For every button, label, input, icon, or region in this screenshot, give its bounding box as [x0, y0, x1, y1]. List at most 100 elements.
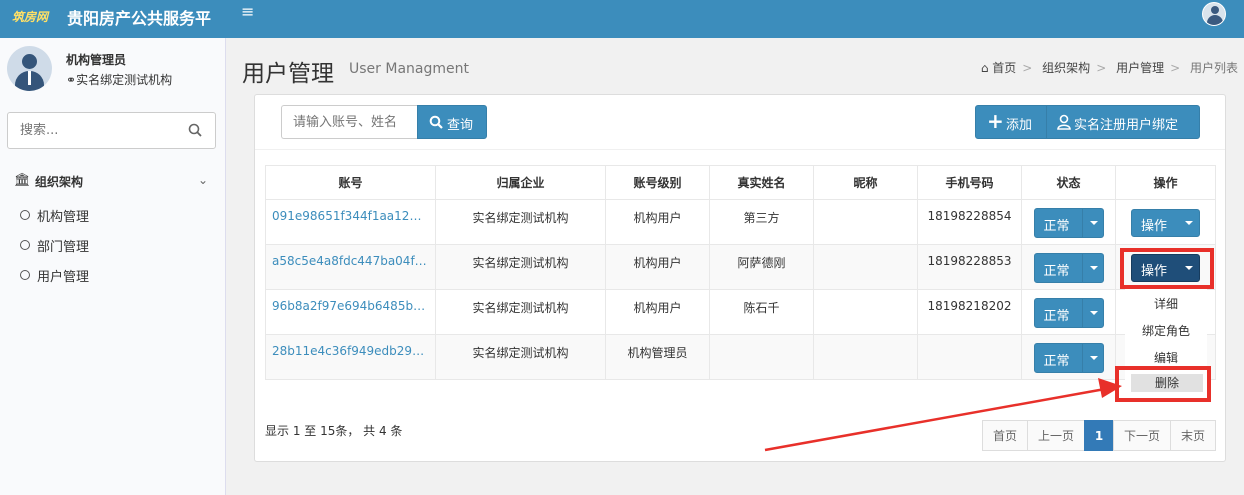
- sidebar-item-user-mgmt[interactable]: 用户管理: [20, 265, 220, 287]
- nickname-cell: [813, 289, 918, 335]
- page-next-button[interactable]: 下一页: [1113, 420, 1171, 451]
- breadcrumb-user-mgmt[interactable]: 用户管理: [1116, 61, 1164, 75]
- status-dropdown-button[interactable]: 正常: [1033, 298, 1104, 328]
- table-row: 091e98651f344f1aa1226... 实名绑定测试机构 机构用户 第…: [265, 199, 1216, 245]
- real-name-cell: [709, 334, 814, 380]
- sidebar-search-input[interactable]: [8, 113, 178, 148]
- user-org-label: 实名绑定测试机构: [76, 73, 173, 87]
- action-cell: 操作: [1115, 199, 1216, 245]
- query-button[interactable]: 查询: [417, 105, 487, 139]
- sidebar-group-label: 组织架构: [35, 175, 84, 189]
- circle-icon: [20, 210, 30, 220]
- sidebar-search: [7, 112, 216, 149]
- user-panel: 机构管理员 ⚭实名绑定测试机构: [0, 38, 226, 98]
- table-row: a58c5e4a8fdc447ba04fd1... 实名绑定测试机构 机构用户 …: [265, 244, 1216, 290]
- phone-cell: 18198218202: [917, 289, 1022, 335]
- user-name: 机构管理员: [66, 53, 127, 67]
- action-dropdown-button[interactable]: 操作: [1131, 209, 1200, 237]
- level-cell: 机构用户: [605, 244, 710, 290]
- sidebar-item-label: 机构管理: [37, 210, 90, 225]
- column-header[interactable]: 昵称: [813, 165, 918, 200]
- breadcrumb-org[interactable]: 组织架构: [1042, 61, 1090, 75]
- menu-item-detail[interactable]: 详细: [1125, 295, 1207, 312]
- home-icon: ⌂: [980, 61, 989, 75]
- breadcrumb: ⌂ 首页 > 组织架构 > 用户管理 > 用户列表: [980, 61, 1238, 75]
- app-title[interactable]: 贵阳房产公共服务平: [67, 5, 211, 29]
- menu-item-edit[interactable]: 编辑: [1125, 349, 1207, 366]
- user-icon: [1057, 114, 1071, 130]
- annotation-highlight-action: [1120, 248, 1214, 289]
- menu-toggle-icon[interactable]: ≡: [241, 2, 254, 21]
- sidebar-group-org[interactable]: 🏛 组织架构 ⌄: [0, 168, 226, 196]
- page-last-button[interactable]: 末页: [1170, 420, 1216, 451]
- column-header[interactable]: 真实姓名: [709, 165, 814, 200]
- real-name-cell: 阿萨德刚: [709, 244, 814, 290]
- plus-icon: +: [987, 109, 1004, 133]
- top-user-avatar[interactable]: [1202, 2, 1226, 26]
- sidebar-item-label: 用户管理: [37, 270, 90, 285]
- status-dropdown-button[interactable]: 正常: [1033, 343, 1104, 373]
- pagination: 首页 上一页 1 下一页 末页: [982, 420, 1216, 451]
- account-link[interactable]: a58c5e4a8fdc447ba04fd1...: [265, 244, 436, 290]
- column-header[interactable]: 状态: [1021, 165, 1116, 200]
- real-name-cell: 陈石千: [709, 289, 814, 335]
- sidebar-item-org-mgmt[interactable]: 机构管理: [20, 205, 220, 227]
- add-user-button[interactable]: + 添加: [975, 105, 1047, 139]
- status-cell: 正常: [1021, 334, 1116, 380]
- page-current-button[interactable]: 1: [1084, 420, 1114, 451]
- column-header[interactable]: 手机号码: [917, 165, 1022, 200]
- account-link[interactable]: 28b11e4c36f949edb29a1...: [265, 334, 436, 380]
- search-icon: [429, 115, 443, 129]
- company-cell: 实名绑定测试机构: [435, 244, 606, 290]
- status-dropdown-button[interactable]: 正常: [1033, 208, 1104, 238]
- column-header[interactable]: 归属企业: [435, 165, 606, 200]
- status-cell: 正常: [1021, 199, 1116, 245]
- table-row: 96b8a2f97e694b6485b7e... 实名绑定测试机构 机构用户 陈…: [265, 289, 1216, 335]
- account-link[interactable]: 96b8a2f97e694b6485b7e...: [265, 289, 436, 335]
- user-table: 账号 归属企业 账号级别 真实姓名 昵称 手机号码 状态 操作 091e9865…: [265, 165, 1216, 380]
- phone-cell: 18198228853: [917, 244, 1022, 290]
- page-subtitle: User Managment: [349, 61, 469, 77]
- sitemap-icon: ⚭: [66, 73, 77, 87]
- caret-down-icon: [1081, 209, 1104, 237]
- sidebar-item-dept-mgmt[interactable]: 部门管理: [20, 235, 220, 257]
- search-input[interactable]: [281, 105, 418, 139]
- menu-item-bind-role[interactable]: 绑定角色: [1125, 322, 1207, 339]
- nickname-cell: [813, 199, 918, 245]
- divider: [255, 149, 1225, 150]
- add-button-label: 添加: [1006, 118, 1033, 133]
- query-button-label: 查询: [447, 118, 474, 133]
- bind-registered-user-button[interactable]: 实名注册用户绑定: [1046, 105, 1200, 139]
- page-first-button[interactable]: 首页: [982, 420, 1028, 451]
- annotation-highlight-delete: [1115, 366, 1211, 402]
- user-org: ⚭实名绑定测试机构: [66, 71, 172, 88]
- column-header[interactable]: 操作: [1115, 165, 1216, 200]
- site-logo[interactable]: 筑房网: [12, 8, 48, 25]
- nickname-cell: [813, 244, 918, 290]
- phone-cell: [917, 334, 1022, 380]
- company-cell: 实名绑定测试机构: [435, 289, 606, 335]
- sidebar: 机构管理员 ⚭实名绑定测试机构 🏛 组织架构 ⌄ 机构管理 部门管理 用户管理: [0, 38, 226, 495]
- company-cell: 实名绑定测试机构: [435, 334, 606, 380]
- caret-down-icon: [1081, 299, 1104, 327]
- level-cell: 机构用户: [605, 289, 710, 335]
- table-header-row: 账号 归属企业 账号级别 真实姓名 昵称 手机号码 状态 操作: [265, 165, 1216, 200]
- search-icon[interactable]: [188, 123, 202, 137]
- account-link[interactable]: 091e98651f344f1aa1226...: [265, 199, 436, 245]
- breadcrumb-user-list: 用户列表: [1189, 61, 1238, 75]
- column-header[interactable]: 账号级别: [605, 165, 710, 200]
- nickname-cell: [813, 334, 918, 380]
- breadcrumb-home[interactable]: 首页: [992, 61, 1016, 75]
- status-dropdown-button[interactable]: 正常: [1033, 253, 1104, 283]
- company-cell: 实名绑定测试机构: [435, 199, 606, 245]
- real-name-cell: 第三方: [709, 199, 814, 245]
- sidebar-item-label: 部门管理: [37, 240, 90, 255]
- status-cell: 正常: [1021, 244, 1116, 290]
- status-cell: 正常: [1021, 289, 1116, 335]
- status-label: 正常: [1043, 354, 1070, 369]
- column-header[interactable]: 账号: [265, 165, 436, 200]
- circle-icon: [20, 240, 30, 250]
- pagination-info: 显示 1 至 15条， 共 4 条: [265, 424, 403, 438]
- page-prev-button[interactable]: 上一页: [1027, 420, 1085, 451]
- status-label: 正常: [1043, 264, 1070, 279]
